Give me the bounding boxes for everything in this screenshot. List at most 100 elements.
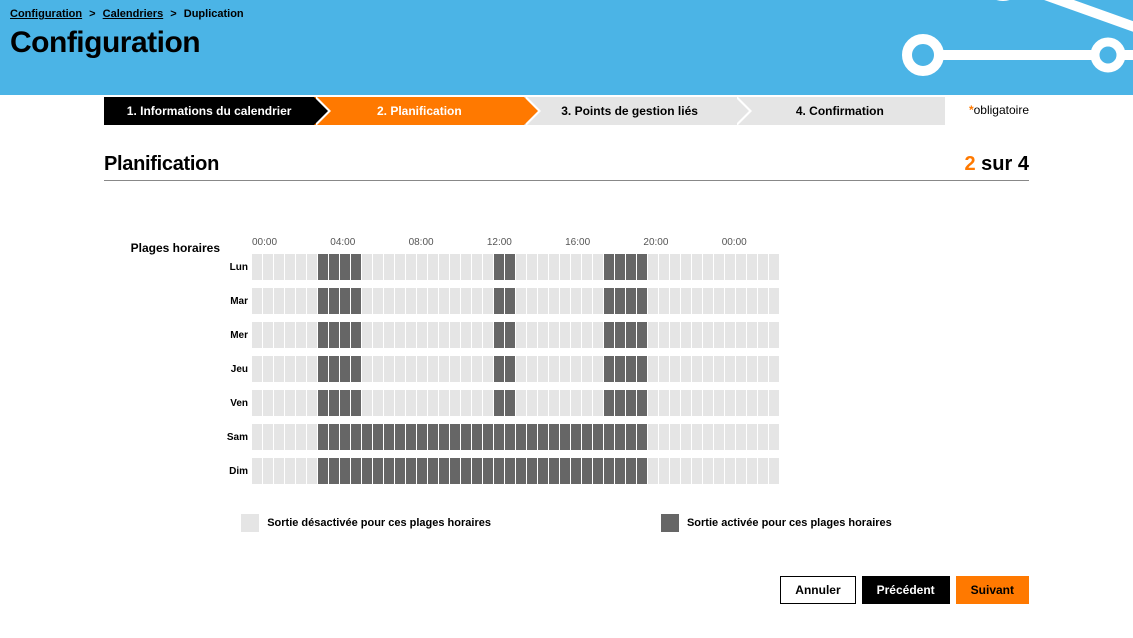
time-slot[interactable] (307, 424, 317, 450)
time-slot[interactable] (626, 288, 636, 314)
time-slot[interactable] (736, 254, 746, 280)
time-slot[interactable] (593, 254, 603, 280)
time-slot[interactable] (494, 322, 504, 348)
time-slot[interactable] (483, 288, 493, 314)
time-slot[interactable] (274, 458, 284, 484)
time-slot[interactable] (439, 390, 449, 416)
time-slot[interactable] (560, 458, 570, 484)
step-2[interactable]: 2. Planification (314, 97, 524, 125)
time-slot[interactable] (604, 254, 614, 280)
time-slot[interactable] (758, 356, 768, 382)
time-slot[interactable] (483, 424, 493, 450)
time-slot[interactable] (274, 424, 284, 450)
time-slot[interactable] (263, 458, 273, 484)
time-slot[interactable] (615, 288, 625, 314)
time-slot[interactable] (373, 254, 383, 280)
time-slot[interactable] (318, 288, 328, 314)
time-slot[interactable] (428, 356, 438, 382)
time-slot[interactable] (648, 458, 658, 484)
time-slot[interactable] (373, 288, 383, 314)
time-slot[interactable] (516, 424, 526, 450)
time-slot[interactable] (714, 458, 724, 484)
time-slot[interactable] (439, 458, 449, 484)
time-slot[interactable] (351, 356, 361, 382)
time-slot[interactable] (747, 458, 757, 484)
time-slot[interactable] (351, 288, 361, 314)
time-slot[interactable] (692, 322, 702, 348)
time-slot[interactable] (714, 424, 724, 450)
time-slot[interactable] (549, 356, 559, 382)
time-slot[interactable] (736, 424, 746, 450)
time-slot[interactable] (428, 424, 438, 450)
time-slot[interactable] (351, 322, 361, 348)
time-slot[interactable] (692, 458, 702, 484)
time-slot[interactable] (494, 288, 504, 314)
time-slot[interactable] (428, 288, 438, 314)
time-slot[interactable] (725, 254, 735, 280)
time-slot[interactable] (582, 458, 592, 484)
time-slot[interactable] (362, 288, 372, 314)
time-slot[interactable] (626, 390, 636, 416)
time-slot[interactable] (252, 288, 262, 314)
time-slot[interactable] (395, 356, 405, 382)
time-slot[interactable] (296, 322, 306, 348)
time-slot[interactable] (692, 254, 702, 280)
time-slot[interactable] (670, 356, 680, 382)
time-slot[interactable] (472, 322, 482, 348)
time-slot[interactable] (461, 424, 471, 450)
time-slot[interactable] (472, 356, 482, 382)
time-slot[interactable] (307, 254, 317, 280)
time-slot[interactable] (483, 322, 493, 348)
time-slot[interactable] (285, 254, 295, 280)
time-slot[interactable] (703, 390, 713, 416)
time-slot[interactable] (516, 458, 526, 484)
time-slot[interactable] (681, 322, 691, 348)
time-slot[interactable] (615, 254, 625, 280)
time-slot[interactable] (505, 288, 515, 314)
time-slot[interactable] (538, 322, 548, 348)
time-slot[interactable] (582, 254, 592, 280)
time-slot[interactable] (439, 356, 449, 382)
time-slot[interactable] (659, 322, 669, 348)
time-slot[interactable] (340, 458, 350, 484)
time-slot[interactable] (615, 424, 625, 450)
time-slot[interactable] (703, 458, 713, 484)
time-slot[interactable] (307, 322, 317, 348)
time-slot[interactable] (274, 322, 284, 348)
time-slot[interactable] (703, 322, 713, 348)
time-slot[interactable] (747, 424, 757, 450)
time-slot[interactable] (395, 390, 405, 416)
time-slot[interactable] (406, 424, 416, 450)
time-slot[interactable] (285, 288, 295, 314)
time-slot[interactable] (582, 356, 592, 382)
time-slot[interactable] (593, 356, 603, 382)
time-slot[interactable] (483, 356, 493, 382)
time-slot[interactable] (384, 254, 394, 280)
time-slot[interactable] (593, 288, 603, 314)
time-slot[interactable] (670, 254, 680, 280)
time-slot[interactable] (692, 288, 702, 314)
time-slot[interactable] (395, 254, 405, 280)
time-slot[interactable] (472, 390, 482, 416)
time-slot[interactable] (670, 424, 680, 450)
time-slot[interactable] (692, 390, 702, 416)
time-slot[interactable] (362, 390, 372, 416)
time-slot[interactable] (472, 424, 482, 450)
time-slot[interactable] (758, 424, 768, 450)
time-slot[interactable] (670, 390, 680, 416)
time-slot[interactable] (263, 322, 273, 348)
time-slot[interactable] (549, 390, 559, 416)
time-slot[interactable] (703, 254, 713, 280)
time-slot[interactable] (736, 288, 746, 314)
time-slot[interactable] (296, 356, 306, 382)
time-slot[interactable] (318, 322, 328, 348)
time-slot[interactable] (560, 390, 570, 416)
time-slot[interactable] (395, 322, 405, 348)
time-slot[interactable] (538, 424, 548, 450)
time-slot[interactable] (736, 458, 746, 484)
time-slot[interactable] (406, 356, 416, 382)
time-slot[interactable] (494, 356, 504, 382)
time-slot[interactable] (494, 458, 504, 484)
time-slot[interactable] (384, 458, 394, 484)
time-slot[interactable] (714, 390, 724, 416)
